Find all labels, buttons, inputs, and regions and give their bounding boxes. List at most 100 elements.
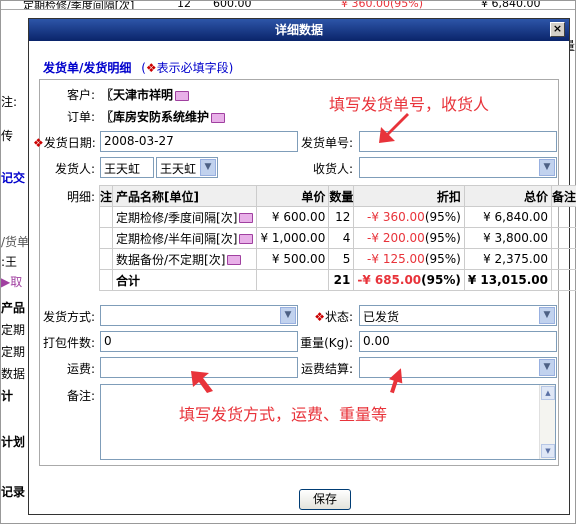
weight-label: 重量(Kg): <box>300 336 353 350</box>
sum-label: 合计 <box>112 269 258 291</box>
remark-scrollbar[interactable]: ▲ ▼ <box>539 385 555 459</box>
total-price: ¥ 6,840.00 <box>463 206 552 228</box>
form-heading: 发货单/发货明细 (❖表示必填字段) <box>43 59 233 76</box>
receiver-select[interactable]: ▼ <box>359 157 557 178</box>
table-row: 定期检修/半年间隔[次] ¥ 1,000.00 4 -¥ 200.00(95%)… <box>98 227 576 249</box>
customer-label: 客户: <box>66 88 95 102</box>
chevron-down-icon[interactable]: ▼ <box>539 159 555 176</box>
product-name[interactable]: 数据备份/不定期[次] <box>112 248 258 270</box>
shipper-select[interactable]: 王天虹 ▼ <box>156 157 218 178</box>
dialog-titlebar[interactable]: 详细数据 × <box>29 19 569 41</box>
quantity: 5 <box>328 248 355 270</box>
annotation-bottom: 填写发货方式，运费、重量等 <box>179 405 388 424</box>
save-button[interactable]: 保存 <box>299 489 351 510</box>
quantity: 12 <box>328 206 355 228</box>
bg-fragment: 注: <box>1 95 18 109</box>
unit-price: ¥ 500.00 <box>256 248 330 270</box>
bg-fragment: 传 <box>1 129 14 143</box>
bg-fragment: :王 <box>1 255 18 269</box>
freight-label: 运费: <box>66 362 95 376</box>
bg-fragment: 记录 <box>1 485 26 499</box>
bg-cell: ¥ 6,840.00 <box>481 1 541 10</box>
receiver-label: 收货人: <box>312 162 353 176</box>
bg-cell: ¥ 360.00(95%) <box>341 1 424 10</box>
discount: -¥ 360.00(95%) <box>353 206 465 228</box>
bg-fragment[interactable]: ▶取 <box>1 273 29 290</box>
customer-value[interactable]: 〖天津市祥明 <box>101 86 190 103</box>
sum-total: ¥ 13,015.00 <box>463 269 552 291</box>
annotation-arrow-icon <box>379 113 409 143</box>
heading-title: 发货单/发货明细 <box>43 61 132 75</box>
sum-discount: -¥ 685.00(95%) <box>353 269 465 291</box>
package-label: 打包件数: <box>42 336 95 350</box>
bg-fragment: 定期 <box>1 323 26 337</box>
annotation-arrow-icon <box>388 368 403 394</box>
ship-method-label: 发货方式: <box>42 310 95 324</box>
close-button[interactable]: × <box>550 22 565 37</box>
column-header: 总价 <box>463 185 552 207</box>
folder-icon[interactable] <box>227 255 242 265</box>
folder-icon[interactable] <box>175 90 190 101</box>
table-row: 定期检修/季度间隔[次] ¥ 600.00 12 -¥ 360.00(95%) … <box>98 206 576 228</box>
status-label: ❖状态: <box>314 310 353 324</box>
detail-label: 明细: <box>66 190 95 204</box>
order-label: 订单: <box>66 110 95 124</box>
chevron-down-icon[interactable]: ▼ <box>200 159 216 176</box>
folder-icon[interactable] <box>239 213 254 223</box>
ship-no-label: 发货单号: <box>300 136 353 150</box>
shipper-label: 发货人: <box>54 162 95 176</box>
bg-fragment: 计划 <box>1 435 26 449</box>
folder-icon[interactable] <box>239 234 254 244</box>
bg-fragment: /货单 <box>1 235 29 249</box>
bg-fragment: 计 <box>1 389 14 403</box>
status-select[interactable]: 已发货 ▼ <box>359 305 557 326</box>
unit-price: ¥ 600.00 <box>256 206 330 228</box>
ship-date-label: ❖发货日期: <box>33 136 96 150</box>
scroll-up-icon[interactable]: ▲ <box>541 386 555 400</box>
product-name[interactable]: 定期检修/季度间隔[次] <box>112 206 258 228</box>
scroll-down-icon[interactable]: ▼ <box>541 444 555 458</box>
sum-row: 合计 21 -¥ 685.00(95%) ¥ 13,015.00 <box>98 269 576 291</box>
chevron-down-icon[interactable]: ▼ <box>539 359 555 376</box>
required-mark-icon: ❖ <box>145 61 157 75</box>
sum-quantity: 21 <box>328 269 355 291</box>
bg-fragment: 数据 <box>1 367 26 381</box>
discount: -¥ 125.00(95%) <box>353 248 465 270</box>
column-header: 数量 <box>328 185 355 207</box>
heading-note: (❖表示必填字段) <box>141 61 234 75</box>
required-mark-icon: ❖ <box>33 136 44 150</box>
chevron-down-icon[interactable]: ▼ <box>539 307 555 324</box>
ship-date-input[interactable]: 2008-03-27 <box>100 131 298 152</box>
product-name[interactable]: 定期检修/半年间隔[次] <box>112 227 258 249</box>
remark-label: 备注: <box>66 389 95 403</box>
package-count-input[interactable]: 0 <box>100 331 298 352</box>
order-value[interactable]: 〖库房安防系统维护 <box>101 108 226 125</box>
ship-method-select[interactable]: ▼ <box>100 305 298 326</box>
freight-settle-label: 运费结算: <box>300 362 353 376</box>
annotation-arrow-icon <box>191 371 213 393</box>
bg-cell: 600.00 <box>213 1 252 10</box>
detail-dialog: 详细数据 × 发货单/发货明细 (❖表示必填字段) 客户: 〖天津市祥明 订单:… <box>28 18 576 515</box>
column-header: 注 <box>98 185 114 207</box>
folder-icon[interactable] <box>211 112 226 123</box>
required-mark-icon: ❖ <box>314 310 325 324</box>
column-header: 单价 <box>256 185 330 207</box>
chevron-down-icon[interactable]: ▼ <box>280 307 296 324</box>
weight-input[interactable]: 0.00 <box>359 331 557 352</box>
bg-fragment[interactable]: 记交 <box>1 169 29 186</box>
dialog-title: 详细数据 <box>274 23 323 37</box>
unit-price: ¥ 1,000.00 <box>256 227 330 249</box>
total-price: ¥ 2,375.00 <box>463 248 552 270</box>
discount: -¥ 200.00(95%) <box>353 227 465 249</box>
column-header: 折扣 <box>353 185 465 207</box>
shipper-input[interactable]: 王天虹 <box>100 157 154 178</box>
total-price: ¥ 3,800.00 <box>463 227 552 249</box>
background-top-row: 定期检修/季度间隔[次] 12 600.00 ¥ 360.00(95%) ¥ 6… <box>1 1 575 10</box>
column-header: 产品名称[单位] <box>112 185 258 207</box>
table-row: 数据备份/不定期[次] ¥ 500.00 5 -¥ 125.00(95%) ¥ … <box>98 248 576 270</box>
bg-fragment: 产品 <box>1 301 26 315</box>
quantity: 4 <box>328 227 355 249</box>
bg-fragment: 定期 <box>1 345 26 359</box>
bg-cell: 12 <box>177 1 191 10</box>
detail-table: 注 产品名称[单位] 单价 数量 折扣 总价 备注 定期检修/季度间隔[次] ¥… <box>98 185 576 291</box>
